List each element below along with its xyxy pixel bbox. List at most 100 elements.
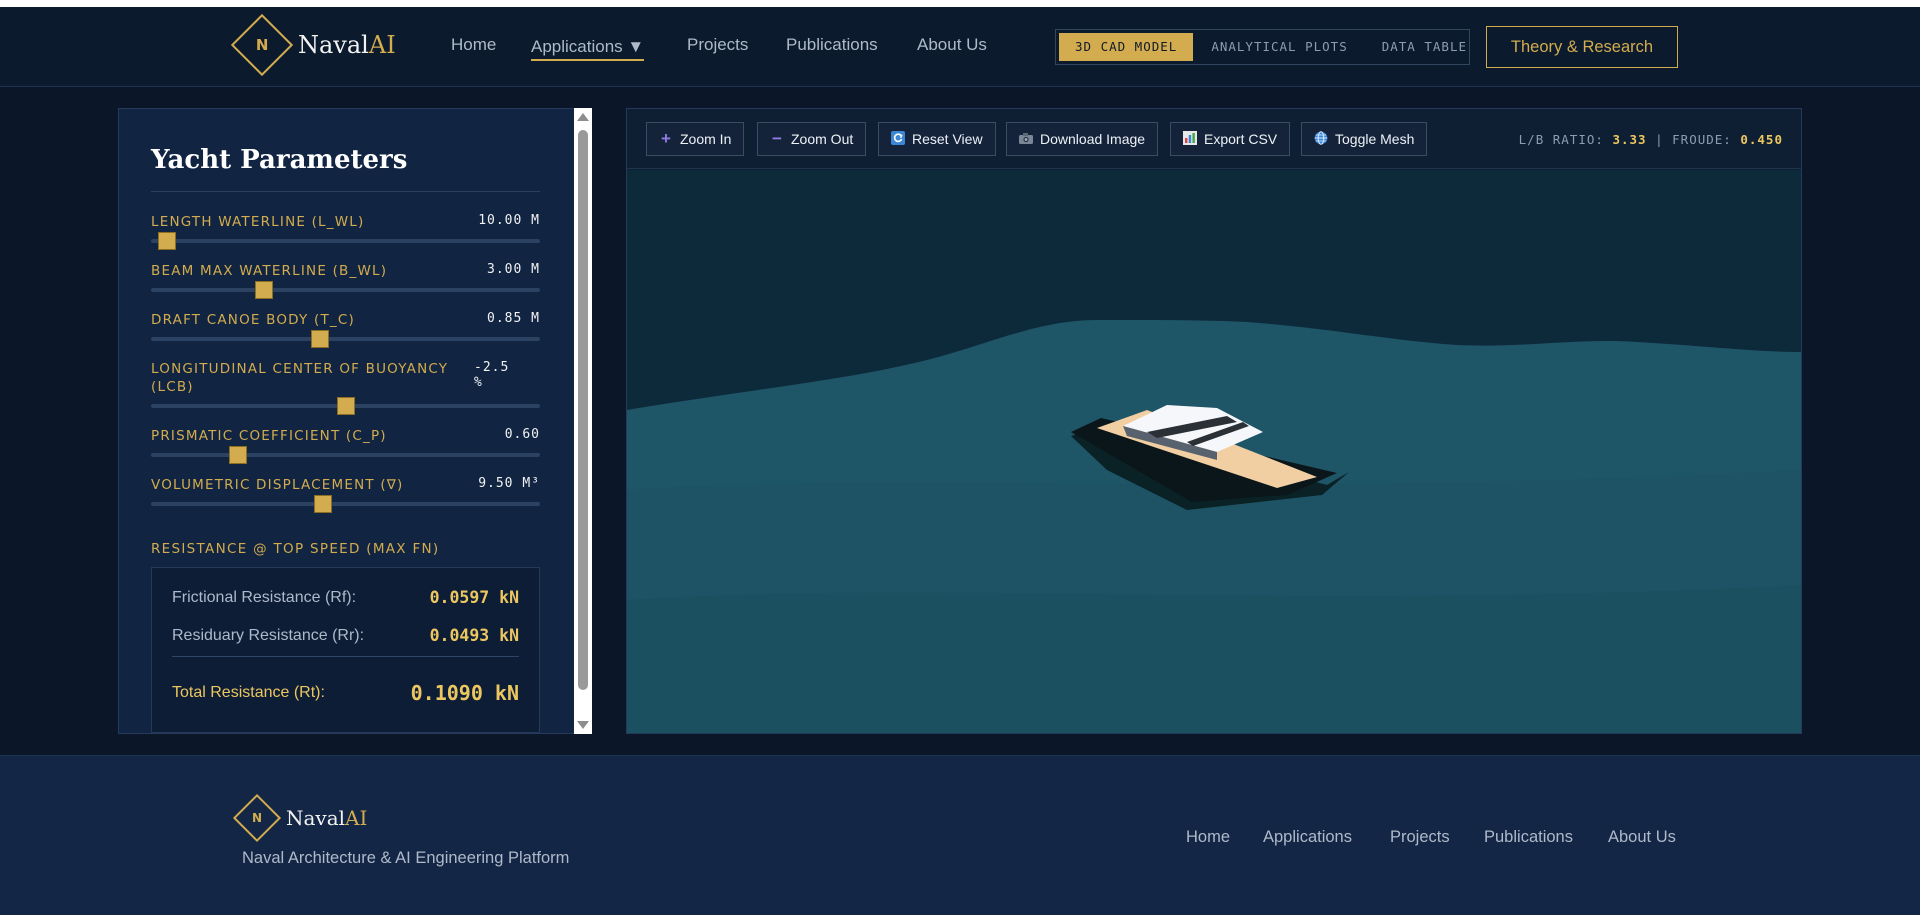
- panel-title: Yacht Parameters: [151, 145, 408, 175]
- logo-name: NavalAI: [298, 31, 396, 59]
- slider-thumb[interactable]: [255, 281, 273, 299]
- reset-view-button[interactable]: Reset View: [878, 122, 996, 156]
- zoom-out-button[interactable]: − Zoom Out: [757, 122, 867, 156]
- slider-thumb[interactable]: [337, 397, 355, 415]
- param-value: -2.5 %: [474, 360, 510, 390]
- residuary-value: 0.0493 kN: [429, 626, 519, 645]
- nav-home[interactable]: Home: [451, 35, 496, 55]
- zoom-in-button[interactable]: + Zoom In: [646, 122, 745, 156]
- footer-link-publications[interactable]: Publications: [1484, 828, 1573, 847]
- param-label: PRISMATIC COEFFICIENT (C_P): [151, 428, 387, 444]
- slider-track[interactable]: [151, 453, 540, 457]
- parameters-panel: Yacht Parameters LENGTH WATERLINE (L_WL)…: [118, 108, 592, 734]
- slider-thumb[interactable]: [311, 330, 329, 348]
- panel-scrollbar[interactable]: [574, 108, 592, 734]
- resistance-divider: [172, 656, 519, 657]
- logo-name-main: Naval: [298, 31, 369, 59]
- param-value: 0.60: [504, 427, 540, 442]
- site-footer: N NavalAI Naval Architecture & AI Engine…: [0, 755, 1920, 915]
- slider-track[interactable]: [151, 502, 540, 506]
- toggle-mesh-button[interactable]: Toggle Mesh: [1301, 122, 1428, 156]
- nav-about[interactable]: About Us: [917, 35, 987, 55]
- resistance-heading: RESISTANCE @ TOP SPEED (MAX FN): [151, 541, 440, 557]
- 3d-scene-canvas[interactable]: [627, 170, 1801, 733]
- browser-top-strip: [0, 0, 1920, 7]
- param-label: DRAFT CANOE BODY (T_C): [151, 312, 355, 328]
- footer-link-applications[interactable]: Applications: [1263, 828, 1352, 847]
- logo-name-main: Naval: [286, 806, 346, 830]
- export-csv-label: Export CSV: [1204, 131, 1278, 147]
- download-image-label: Download Image: [1040, 131, 1146, 147]
- tab-analytical-plots[interactable]: ANALYTICAL PLOTS: [1195, 33, 1363, 61]
- logo-initial: N: [255, 36, 269, 54]
- header-logo[interactable]: N NavalAI: [230, 13, 396, 77]
- param-draft-canoe-body: DRAFT CANOE BODY (T_C) 0.85 M: [151, 311, 540, 348]
- scroll-thumb[interactable]: [578, 130, 588, 690]
- theory-research-button[interactable]: Theory & Research: [1486, 26, 1678, 68]
- footer-tagline: Naval Architecture & AI Engineering Plat…: [242, 849, 570, 867]
- residuary-label: Residuary Resistance (Rr):: [172, 626, 365, 644]
- tab-3d-cad-model[interactable]: 3D CAD MODEL: [1059, 33, 1194, 61]
- param-label: BEAM MAX WATERLINE (B_WL): [151, 263, 388, 279]
- footer-logo[interactable]: N NavalAI: [232, 793, 367, 843]
- footer-link-home[interactable]: Home: [1186, 828, 1230, 847]
- froude-label: FROUDE:: [1672, 132, 1732, 147]
- resistance-box: Frictional Resistance (Rf): 0.0597 kN Re…: [151, 567, 540, 733]
- frictional-label: Frictional Resistance (Rf):: [172, 588, 357, 606]
- toggle-mesh-label: Toggle Mesh: [1335, 131, 1415, 147]
- lb-ratio-value: 3.33: [1612, 132, 1647, 147]
- download-image-button[interactable]: Download Image: [1006, 122, 1159, 156]
- scroll-up-arrow-icon[interactable]: [577, 113, 589, 121]
- frictional-row: Frictional Resistance (Rf): 0.0597 kN: [172, 588, 519, 607]
- param-label: LENGTH WATERLINE (L_WL): [151, 214, 365, 230]
- residuary-row: Residuary Resistance (Rr): 0.0493 kN: [172, 626, 519, 645]
- nav-applications[interactable]: Applications ▼: [531, 37, 645, 61]
- nav-projects[interactable]: Projects: [687, 35, 748, 55]
- ratio-readout: L/B RATIO: 3.33 | FROUDE: 0.450: [1519, 132, 1783, 147]
- footer-link-about[interactable]: About Us: [1608, 828, 1676, 847]
- slider-track[interactable]: [151, 288, 540, 292]
- export-csv-button[interactable]: Export CSV: [1170, 122, 1291, 156]
- param-length-waterline: LENGTH WATERLINE (L_WL) 10.00 M: [151, 213, 540, 250]
- nav-publications[interactable]: Publications: [786, 35, 878, 55]
- logo-name-accent: AI: [368, 31, 396, 59]
- sea-shade-near: [627, 585, 1801, 733]
- globe-icon: [1314, 130, 1328, 148]
- footer-link-projects[interactable]: Projects: [1390, 828, 1450, 847]
- zoom-out-label: Zoom Out: [791, 131, 854, 147]
- param-value: 3.00 M: [487, 262, 540, 277]
- title-divider: [151, 191, 540, 192]
- total-value: 0.1090 kN: [410, 681, 519, 705]
- bar-chart-icon: [1183, 130, 1197, 148]
- param-beam-max-waterline: BEAM MAX WATERLINE (B_WL) 3.00 M: [151, 262, 540, 299]
- param-value: 9.50 M³: [478, 476, 540, 491]
- slider-thumb[interactable]: [158, 232, 176, 250]
- scroll-down-arrow-icon[interactable]: [577, 721, 589, 729]
- logo-diamond-icon: N: [232, 793, 282, 843]
- param-lcb: LONGITUDINAL CENTER OF BUOYANCY (LCB) -2…: [151, 360, 540, 415]
- readout-separator: |: [1655, 132, 1664, 147]
- param-value: 10.00 M: [478, 213, 540, 228]
- reset-view-label: Reset View: [912, 131, 983, 147]
- param-prismatic-coefficient: PRISMATIC COEFFICIENT (C_P) 0.60: [151, 427, 540, 464]
- view-tabs: 3D CAD MODEL ANALYTICAL PLOTS DATA TABLE: [1055, 29, 1470, 65]
- refresh-icon: [891, 130, 905, 148]
- froude-value: 0.450: [1740, 132, 1783, 147]
- viewer-toolbar: + Zoom In − Zoom Out Reset View Download…: [627, 109, 1801, 169]
- logo-name: NavalAI: [286, 806, 367, 830]
- slider-thumb[interactable]: [229, 446, 247, 464]
- slider-thumb[interactable]: [314, 495, 332, 513]
- plus-icon: +: [661, 129, 671, 148]
- total-row: Total Resistance (Rt): 0.1090 kN: [172, 681, 519, 705]
- logo-initial: N: [251, 810, 263, 825]
- param-label: LONGITUDINAL CENTER OF BUOYANCY (LCB): [151, 361, 449, 395]
- minus-icon: −: [772, 129, 782, 148]
- lb-ratio-label: L/B RATIO:: [1518, 132, 1604, 147]
- param-volumetric-displacement: VOLUMETRIC DISPLACEMENT (∇) 9.50 M³: [151, 476, 540, 513]
- cad-viewer: + Zoom In − Zoom Out Reset View Download…: [626, 108, 1802, 734]
- slider-track[interactable]: [151, 337, 540, 341]
- site-header: N NavalAI Home Applications ▼ Projects P…: [0, 7, 1920, 87]
- slider-track[interactable]: [151, 239, 540, 243]
- tab-data-table[interactable]: DATA TABLE: [1366, 33, 1483, 61]
- frictional-value: 0.0597 kN: [429, 588, 519, 607]
